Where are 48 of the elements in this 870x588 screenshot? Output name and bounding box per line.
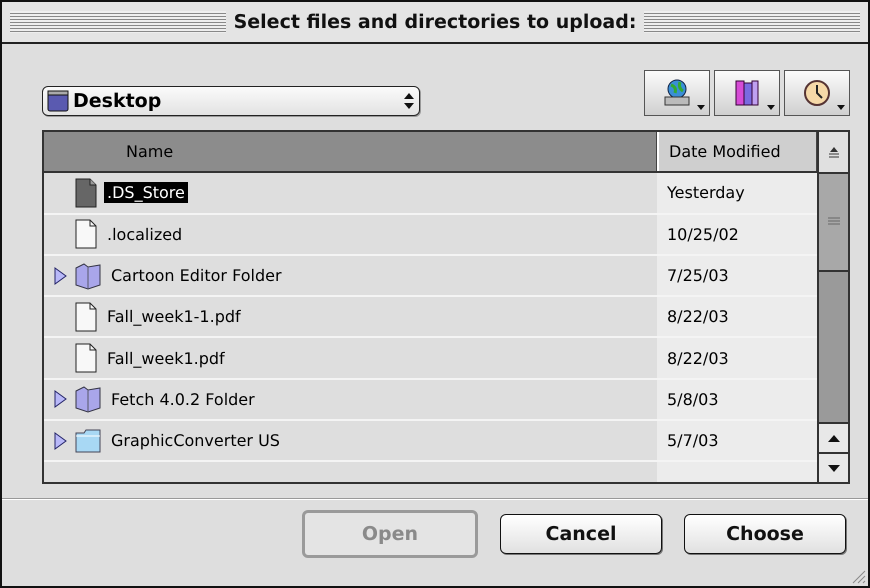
date-cell: 5/7/03 [657,421,817,460]
file-name[interactable]: Fall_week1.pdf [104,348,228,369]
date-cell: 8/22/03 [657,338,817,378]
date-cell: 8/22/03 [657,297,817,336]
scroll-up-button[interactable] [819,422,848,452]
document-icon [74,302,98,332]
caret-icon [837,105,845,110]
column-header[interactable]: Date Modified [657,132,817,172]
dialog-button[interactable]: Cancel [500,514,662,554]
location-popup[interactable]: Desktop [42,86,420,116]
document-icon [74,343,98,374]
disclosure-triangle-icon[interactable] [52,432,68,450]
caret-icon [697,105,705,110]
file-name[interactable]: .localized [104,224,186,245]
up-down-arrows-icon [403,92,415,110]
dialog-button[interactable]: Choose [684,514,846,554]
folder-icon [74,426,102,455]
date-cell: Yesterday [657,173,817,213]
file-name[interactable]: .DS_Store [104,182,188,204]
column-header[interactable]: Name [44,132,657,172]
scroll-thumb[interactable] [819,174,848,272]
window-icon [47,90,69,112]
file-name[interactable]: Fall_week1-1.pdf [104,306,244,328]
date-cell: 7/25/03 [657,256,817,296]
file-name[interactable]: GraphicConverter US [108,430,283,452]
toolbar-button[interactable] [714,70,780,116]
toolbar-button[interactable] [784,70,850,116]
disclosure-triangle-icon[interactable] [52,390,68,408]
books-icon [734,78,760,108]
file-name[interactable]: Fetch 4.0.2 Folder [108,388,258,410]
folder-icon [74,385,102,414]
sort-order-icon[interactable] [828,146,840,158]
scroll-down-button[interactable] [819,452,848,482]
up-arrow-icon [828,434,840,442]
folder-icon [74,262,102,290]
date-cell: 10/25/02 [657,214,817,254]
toolbar-button[interactable] [644,70,710,116]
window-title: Select files and directories to upload: [234,11,636,33]
globe-drive-icon [662,78,692,108]
caret-icon [767,105,775,110]
grip-icon [828,217,840,227]
file-name[interactable]: Cartoon Editor Folder [108,265,285,286]
clock-icon [802,78,832,108]
document-icon [74,178,98,208]
disclosure-triangle-icon[interactable] [52,266,68,285]
document-icon [74,219,98,250]
down-arrow-icon [828,464,840,472]
date-cell: 5/8/03 [657,380,817,420]
